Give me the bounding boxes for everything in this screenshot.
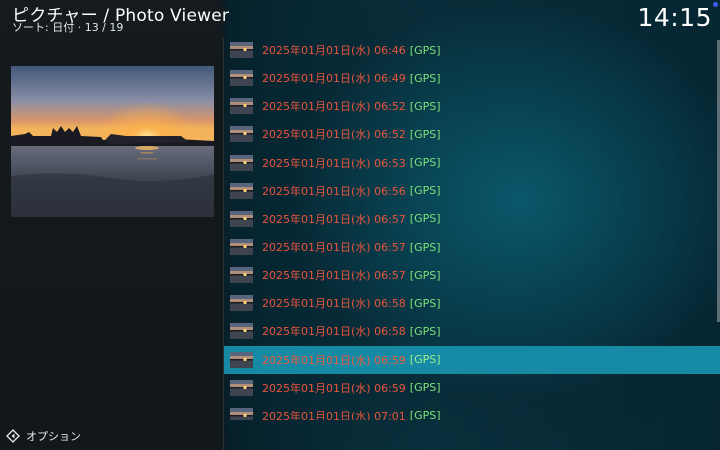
- gps-tag: [GPS]: [409, 381, 441, 395]
- list-item[interactable]: 2025年01月01日(水) 06:52 [GPS]: [224, 92, 720, 120]
- photo-thumbnail: [230, 239, 253, 256]
- photo-thumbnail: [230, 267, 253, 284]
- photo-date: 2025年01月01日(水) 06:53: [262, 156, 406, 170]
- dpad-arrow-icon: [6, 429, 20, 443]
- photo-thumbnail: [230, 407, 253, 420]
- photo-thumbnail: [230, 182, 253, 199]
- photo-thumbnail: [230, 295, 253, 312]
- status-dot: [713, 2, 718, 7]
- list-item[interactable]: 2025年01月01日(水) 06:56 [GPS]: [224, 177, 720, 205]
- list-item[interactable]: 2025年01月01日(水) 06:59 [GPS]: [224, 345, 720, 374]
- photo-thumbnail: [230, 210, 253, 227]
- gps-tag: [GPS]: [409, 409, 441, 420]
- photo-thumbnail: [230, 42, 253, 59]
- gps-tag: [GPS]: [409, 296, 441, 310]
- list-item[interactable]: 2025年01月01日(水) 06:59 [GPS]: [224, 374, 720, 402]
- photo-date: 2025年01月01日(水) 06:52: [262, 100, 406, 114]
- photo-date: 2025年01月01日(水) 06:57: [262, 241, 406, 255]
- list-item[interactable]: 2025年01月01日(水) 06:58 [GPS]: [224, 289, 720, 317]
- list-item[interactable]: 2025年01月01日(水) 07:01 [GPS]: [224, 402, 720, 420]
- gps-tag: [GPS]: [409, 353, 441, 367]
- gps-tag: [GPS]: [409, 43, 441, 57]
- list-item[interactable]: 2025年01月01日(水) 06:57 [GPS]: [224, 261, 720, 289]
- photo-date: 2025年01月01日(水) 06:56: [262, 184, 406, 198]
- photo-thumbnail: [230, 379, 253, 396]
- list-item[interactable]: 2025年01月01日(水) 06:57 [GPS]: [224, 205, 720, 233]
- photo-thumbnail: [230, 323, 253, 340]
- photo-date: 2025年01月01日(水) 06:46: [262, 44, 406, 58]
- gps-tag: [GPS]: [409, 240, 441, 254]
- list-item[interactable]: 2025年01月01日(水) 06:53 [GPS]: [224, 149, 720, 177]
- photo-preview: [11, 66, 214, 217]
- gps-tag: [GPS]: [409, 268, 441, 282]
- photo-date: 2025年01月01日(水) 06:57: [262, 212, 406, 226]
- photo-thumbnail: [230, 126, 253, 143]
- clock: 14:15: [637, 3, 712, 32]
- photo-thumbnail: [230, 98, 253, 115]
- list-item[interactable]: 2025年01月01日(水) 06:57 [GPS]: [224, 233, 720, 261]
- gps-tag: [GPS]: [409, 324, 441, 338]
- photo-date: 2025年01月01日(水) 06:59: [262, 353, 406, 367]
- list-item[interactable]: 2025年01月01日(水) 06:52 [GPS]: [224, 120, 720, 148]
- gps-tag: [GPS]: [409, 127, 441, 141]
- gps-tag: [GPS]: [409, 99, 441, 113]
- photo-date: 2025年01月01日(水) 06:57: [262, 269, 406, 283]
- photo-date: 2025年01月01日(水) 06:49: [262, 72, 406, 86]
- gps-tag: [GPS]: [409, 212, 441, 226]
- photo-date: 2025年01月01日(水) 06:58: [262, 297, 406, 311]
- photo-date: 2025年01月01日(水) 07:01: [262, 409, 406, 420]
- photo-thumbnail: [230, 70, 253, 87]
- photo-thumbnail: [230, 351, 253, 368]
- options-button[interactable]: オプション: [6, 428, 81, 444]
- photo-date: 2025年01月01日(水) 06:52: [262, 128, 406, 142]
- photo-date: 2025年01月01日(水) 06:58: [262, 325, 406, 339]
- gps-tag: [GPS]: [409, 156, 441, 170]
- options-label: オプション: [26, 430, 81, 443]
- list-item[interactable]: 2025年01月01日(水) 06:46 [GPS]: [224, 36, 720, 64]
- gps-tag: [GPS]: [409, 184, 441, 198]
- list-item[interactable]: 2025年01月01日(水) 06:58 [GPS]: [224, 317, 720, 345]
- sort-status: ソート: 日付 · 13 / 19: [12, 21, 124, 34]
- gps-tag: [GPS]: [409, 71, 441, 85]
- list-item[interactable]: 2025年01月01日(水) 06:49 [GPS]: [224, 64, 720, 92]
- photo-thumbnail: [230, 154, 253, 171]
- photo-date: 2025年01月01日(水) 06:59: [262, 381, 406, 395]
- photo-list[interactable]: 2025年01月01日(水) 06:46 [GPS] 2025年01月01日(水…: [224, 36, 720, 420]
